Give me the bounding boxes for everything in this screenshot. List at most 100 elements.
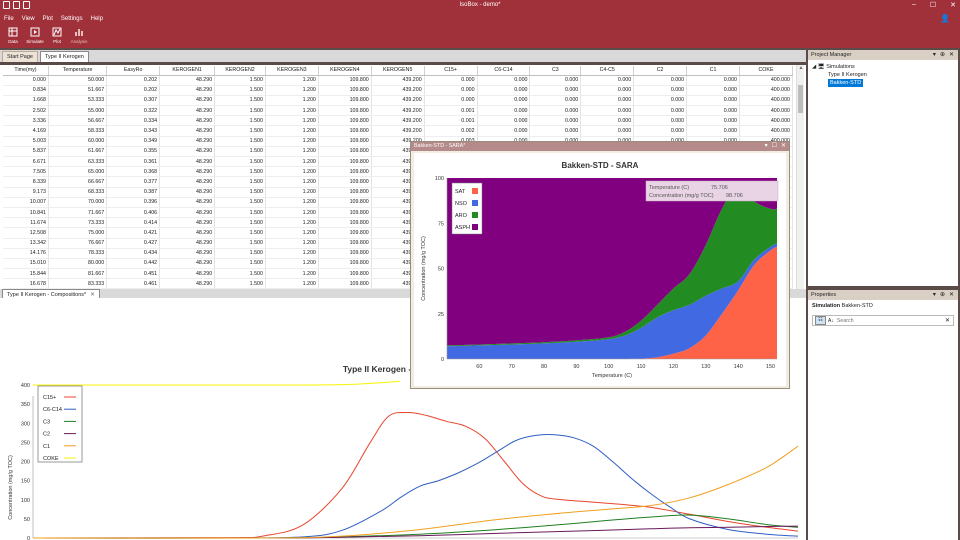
sara-x-tick-label: 130 [701, 364, 710, 370]
menu-view[interactable]: View [22, 16, 35, 22]
table-cell: 439.200 [371, 105, 425, 117]
table-cell: 1.200 [265, 227, 319, 239]
scrollbar-thumb[interactable] [798, 85, 803, 113]
sara-floating-window[interactable]: Bakken-STD - SARA* ▾ ☐ ✕ Bakken-STD - SA… [410, 141, 790, 389]
alphabetical-sort-icon[interactable]: A↓ [828, 318, 834, 324]
sara-x-tick-label: 80 [541, 364, 547, 370]
analysis-button[interactable]: Analysis [70, 24, 88, 46]
table-cell: 0.834 [3, 85, 49, 96]
table-cell: 1.200 [265, 75, 319, 86]
table-cell: 60.000 [48, 136, 108, 147]
table-cell: 48.290 [159, 146, 216, 158]
dropdown-icon[interactable]: ▾ [933, 291, 936, 298]
tree-item-type-ii-kerogen[interactable]: Type II Kerogen [812, 71, 954, 79]
plot-button[interactable]: Plot [48, 24, 66, 46]
table-cell: 1.200 [265, 238, 319, 249]
column-header[interactable]: COKE [739, 66, 794, 76]
tab-start-page[interactable]: Start Page [2, 51, 38, 62]
scroll-up-icon[interactable]: ▲ [797, 65, 805, 73]
maximize-icon[interactable]: ☐ [772, 142, 777, 149]
sara-legend-swatch [472, 200, 478, 206]
table-row[interactable]: 0.000 50.000 0.202 48.290 1.500 1.200 109.800 4… [3, 75, 794, 86]
tree-root[interactable]: ◢ 🖥 Simulations [812, 63, 954, 71]
table-row[interactable]: 2.502 55.000 0.322 48.290 1.500 1.200 109.800 4… [3, 105, 794, 117]
close-icon[interactable]: ✕ [781, 142, 786, 149]
table-row[interactable]: 4.169 58.333 0.343 48.290 1.500 1.200 109.800 4… [3, 125, 794, 137]
table-cell: 10.007 [3, 197, 49, 208]
table-cell: 109.800 [318, 238, 372, 249]
series-line-c1 [32, 445, 799, 539]
data-button[interactable]: Data [4, 24, 22, 46]
column-header[interactable]: C1 [686, 66, 740, 76]
column-header[interactable]: C2 [633, 66, 688, 76]
dropdown-icon[interactable]: ▾ [765, 142, 768, 149]
maximize-button[interactable]: ☐ [930, 1, 936, 9]
table-row[interactable]: 1.668 53.333 0.307 48.290 1.500 1.200 109.800 4… [3, 95, 794, 107]
y-tick-label: 250 [21, 440, 30, 446]
simulate-button[interactable]: Simulate [26, 24, 44, 46]
column-header[interactable]: EasyRo [106, 66, 161, 76]
tab-type-ii-kerogen[interactable]: Type II Kerogen [40, 51, 89, 62]
dropdown-icon[interactable]: ▾ [933, 51, 936, 58]
minimize-button[interactable]: – [912, 1, 916, 9]
menu-help[interactable]: Help [91, 16, 103, 22]
column-header[interactable]: Temperature [48, 66, 108, 76]
table-cell: 109.800 [318, 95, 372, 107]
column-header[interactable]: C4-C5 [580, 66, 635, 76]
close-icon[interactable]: ✕ [949, 291, 954, 298]
table-cell: 0.387 [106, 187, 161, 198]
table-cell: 0.001 [424, 115, 478, 127]
table-cell: 13.342 [3, 238, 49, 249]
sara-chart-title: Bakken-STD - SARA [562, 161, 639, 170]
menu-file[interactable]: File [4, 16, 14, 22]
user-icon[interactable]: 👤 [940, 14, 950, 23]
table-row[interactable]: 3.336 56.667 0.334 48.290 1.500 1.200 109.800 4… [3, 115, 794, 127]
column-header[interactable]: KEROGEN1 [159, 66, 216, 76]
table-cell: 0.000 [686, 95, 740, 107]
table-cell: 1.200 [265, 146, 319, 158]
y-tick-label: 300 [21, 421, 30, 427]
table-cell: 0.000 [529, 115, 582, 127]
tree-item-bakken-std[interactable]: Bakken-STD [812, 79, 954, 87]
table-cell: 400.000 [739, 95, 794, 107]
close-button[interactable]: ✕ [950, 1, 956, 9]
pin-icon[interactable]: ⊕ [940, 291, 945, 298]
y-tick-label: 100 [21, 498, 30, 504]
table-cell: 1.500 [214, 115, 266, 127]
close-icon[interactable]: ✕ [949, 51, 954, 58]
column-header[interactable]: C3 [529, 66, 582, 76]
pin-icon[interactable]: ⊕ [940, 51, 945, 58]
column-header[interactable]: C15+ [424, 66, 478, 76]
search-input[interactable] [836, 317, 937, 324]
table-cell: 14.176 [3, 248, 49, 259]
table-cell: 0.001 [424, 105, 478, 117]
table-cell: 48.290 [159, 227, 216, 239]
table-row[interactable]: 0.834 51.667 0.202 48.290 1.500 1.200 109.800 4… [3, 85, 794, 96]
table-cell: 109.800 [318, 146, 372, 158]
column-header[interactable]: KEROGEN4 [318, 66, 372, 76]
table-cell: 1.200 [265, 207, 319, 219]
table-cell: 0.202 [106, 75, 161, 86]
table-cell: 1.500 [214, 268, 266, 280]
column-header[interactable]: Time(my) [3, 66, 49, 76]
table-cell: 71.667 [48, 207, 108, 219]
table-cell: 80.000 [48, 258, 108, 270]
table-cell: 48.290 [159, 75, 216, 86]
sara-y-tick-label: 75 [438, 221, 444, 227]
plot-icon [52, 27, 62, 37]
sara-window-titlebar[interactable]: Bakken-STD - SARA* ▾ ☐ ✕ [411, 142, 789, 151]
column-header[interactable]: KEROGEN5 [371, 66, 425, 76]
column-header[interactable]: C6-C14 [477, 66, 531, 76]
clear-search-icon[interactable]: ✕ [945, 317, 950, 324]
column-header[interactable]: KEROGEN3 [265, 66, 319, 76]
column-header[interactable]: KEROGEN2 [214, 66, 266, 76]
sara-legend-swatch [472, 212, 478, 218]
sara-chart[interactable]: Bakken-STD - SARA 60 70 80 90 100 110 120 130 140… [414, 153, 786, 386]
categorized-sort-icon[interactable]: ☷ [815, 316, 826, 325]
table-cell: 65.000 [48, 166, 108, 178]
menu-plot[interactable]: Plot [43, 16, 53, 22]
plot-button-label: Plot [53, 39, 61, 44]
table-cell: 0.349 [106, 136, 161, 147]
menu-settings[interactable]: Settings [61, 16, 83, 22]
properties-subject: Simulation Bakken-STD [812, 303, 954, 309]
